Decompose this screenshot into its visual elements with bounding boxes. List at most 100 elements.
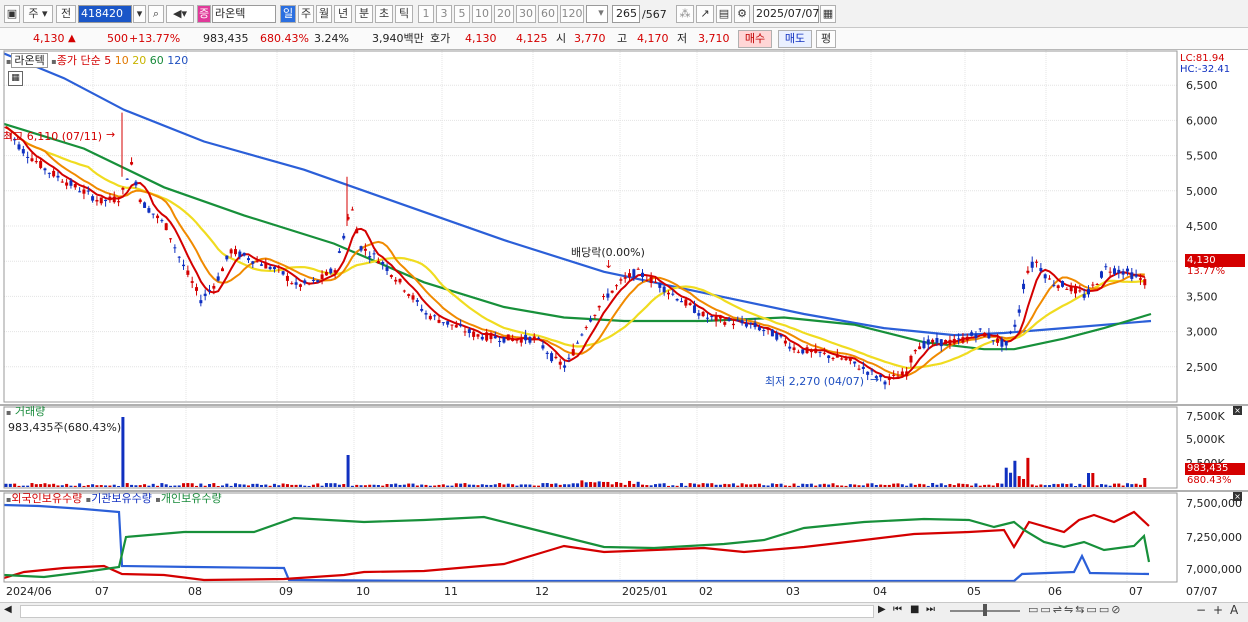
interval-120-button[interactable]: 120 <box>560 5 584 23</box>
font-size-icon[interactable]: A <box>1230 603 1238 617</box>
candle-body <box>238 251 242 258</box>
speaker-icon[interactable]: ◀▾ <box>166 5 194 23</box>
stock-chart[interactable]: 6,5006,0005,5005,0004,5004,0003,5003,000… <box>0 50 1248 621</box>
rewind-icon[interactable]: ⏮ <box>893 604 902 615</box>
candle-body <box>866 371 870 375</box>
candle-body <box>718 316 722 319</box>
volume-bar <box>788 485 792 487</box>
chart-tools-icons[interactable]: ▭▭⇌⇋⇆▭▭⊘ <box>1028 603 1122 616</box>
candle-body <box>1130 272 1134 279</box>
interval-5-button[interactable]: 5 <box>454 5 470 23</box>
scroll-track[interactable] <box>20 605 874 618</box>
candle-body <box>285 275 289 281</box>
period-week-button[interactable]: 주 <box>298 5 314 23</box>
candle-body <box>827 355 831 359</box>
period-minute-button[interactable]: 분 <box>355 5 373 23</box>
stock-code-input[interactable]: 418420 <box>78 5 132 23</box>
draw-tool-icon[interactable]: ↗ <box>696 5 714 23</box>
price-y-tick: 6,500 <box>1186 79 1218 92</box>
candle-body <box>1052 284 1056 286</box>
volume-bar <box>316 483 320 487</box>
volume-close-icon[interactable]: × <box>1233 406 1242 415</box>
ma120-legend: 120 <box>167 54 189 67</box>
market-select[interactable]: 주 ▾ <box>23 5 53 23</box>
calendar-icon[interactable]: ▦ <box>820 5 836 23</box>
period-tick-button[interactable]: 틱 <box>395 5 413 23</box>
zoom-in-icon[interactable]: + <box>1213 603 1223 617</box>
prev-button[interactable]: 전 <box>56 5 76 23</box>
scroll-right-icon[interactable]: ▶ <box>878 604 886 615</box>
zoom-slider-handle[interactable] <box>983 604 987 616</box>
candle-body <box>519 338 523 343</box>
price-y-tick: 6,000 <box>1186 114 1218 127</box>
scroll-left-icon[interactable]: ◀ <box>4 604 12 615</box>
volume-tag: 983,435 <box>1185 463 1245 475</box>
low-price: 3,710 <box>698 32 730 45</box>
volume-bar <box>835 485 839 487</box>
y-axis-labels: 6,5006,0005,5005,0004,5004,0003,5003,000… <box>1186 79 1242 576</box>
candle-body <box>658 283 662 288</box>
candle-body <box>303 280 307 284</box>
evaluate-button[interactable]: 평 <box>816 30 836 48</box>
price-panel-name[interactable]: 라온텍 <box>11 53 48 68</box>
layout-icon[interactable]: ▣ <box>4 5 20 23</box>
candle-body <box>550 353 554 362</box>
candle-body <box>511 338 515 341</box>
sell-button[interactable]: 매도 <box>778 30 812 48</box>
gear-icon[interactable]: ⚙ <box>734 5 750 23</box>
candle-body <box>394 279 398 282</box>
crosshair-icon[interactable]: ⁂ <box>676 5 694 23</box>
candle-body <box>801 349 805 354</box>
candle-body <box>82 189 86 194</box>
period-year-button[interactable]: 년 <box>334 5 352 23</box>
holding-close-icon[interactable]: × <box>1233 492 1242 501</box>
volume-bar <box>511 484 515 487</box>
volume-bar <box>156 485 160 487</box>
candle-body <box>86 190 90 192</box>
candle-body <box>112 196 116 203</box>
volume-bar <box>485 484 489 487</box>
search-icon[interactable]: ⌕ <box>148 5 164 23</box>
save-icon[interactable]: ▤ <box>716 5 732 23</box>
stop-icon[interactable]: ■ <box>910 604 919 615</box>
volume-bar <box>320 485 324 487</box>
interval-10-button[interactable]: 10 <box>472 5 492 23</box>
candle-body <box>952 338 956 344</box>
date-input[interactable]: 2025/07/07 <box>753 5 819 23</box>
candle-body <box>515 338 519 341</box>
code-dropdown-icon[interactable]: ▾ <box>133 5 146 23</box>
period-month-button[interactable]: 월 <box>316 5 332 23</box>
interval-1-button[interactable]: 1 <box>418 5 434 23</box>
candle-body <box>104 199 108 202</box>
candle-body <box>623 277 627 279</box>
zoom-out-icon[interactable]: − <box>1196 603 1206 617</box>
table-icon[interactable]: ▦ <box>8 71 23 86</box>
candle-body <box>1121 271 1125 275</box>
volume-bar <box>723 483 727 487</box>
interval-30-button[interactable]: 30 <box>516 5 536 23</box>
low-note: 최저 2,270 (04/07) <box>765 375 865 388</box>
candle-body <box>857 368 861 370</box>
interval-dropdown-icon[interactable]: ▾ <box>594 5 608 23</box>
interval-20-button[interactable]: 20 <box>494 5 514 23</box>
candle-body <box>1022 283 1026 290</box>
data-count-input[interactable]: 265 <box>612 5 640 23</box>
interval-60-button[interactable]: 60 <box>538 5 558 23</box>
fast-forward-icon[interactable]: ⏭ <box>926 604 935 615</box>
x-axis-tick: 09 <box>279 585 293 598</box>
volume-bar <box>740 483 744 487</box>
volume-bar <box>688 483 692 487</box>
interval-3-button[interactable]: 3 <box>436 5 452 23</box>
volume-bar <box>1013 460 1017 487</box>
volume-bar <box>99 485 103 487</box>
period-day-button[interactable]: 일 <box>280 5 296 23</box>
margin-badge: 증 <box>197 5 211 23</box>
volume-bar <box>675 485 679 487</box>
buy-button[interactable]: 매수 <box>738 30 772 48</box>
volume-bar <box>957 483 961 487</box>
volume-bar <box>545 483 549 487</box>
volume-bar <box>437 484 441 487</box>
volume-bar <box>1108 485 1112 487</box>
period-second-button[interactable]: 초 <box>375 5 393 23</box>
volume-bar <box>584 482 588 487</box>
